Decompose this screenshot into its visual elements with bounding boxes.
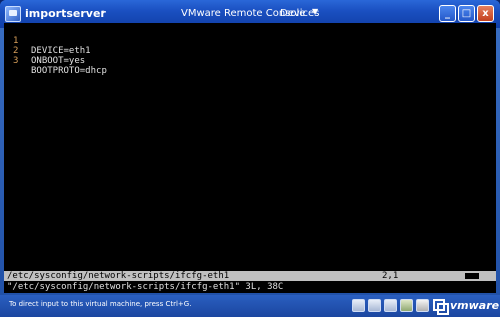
editor-status-line: /etc/sysconfig/network-scripts/ifcfg-eth… [4, 271, 496, 281]
floppy-icon[interactable] [384, 299, 397, 312]
vmware-logo-text: vmware [450, 299, 500, 312]
editor-line: 3 BOOTPROTO=dhcp [4, 46, 107, 76]
vm-menu-arrow-icon[interactable]: - [101, 6, 105, 17]
vm-console-icon [5, 6, 21, 22]
line-text: ONBOOT=yes [31, 56, 86, 66]
console-status-bar: To direct input to this virtual machine,… [0, 295, 500, 317]
vmware-logo-icon [433, 299, 449, 315]
maximize-button[interactable]: □ [458, 5, 475, 22]
cdrom-icon[interactable] [368, 299, 381, 312]
command-line: "/etc/sysconfig/network-scripts/ifcfg-et… [7, 282, 284, 292]
devices-dropdown-icon[interactable]: ▼ [312, 7, 318, 16]
minimize-button[interactable]: _ [439, 5, 456, 22]
close-button[interactable]: x [477, 5, 494, 22]
usb-icon[interactable] [416, 299, 429, 312]
line-number: 3 [13, 56, 19, 66]
line-text: DEVICE=eth1 [31, 46, 91, 56]
vm-name-menu[interactable]: importserver [25, 7, 106, 20]
cursor-position: 2,1 [382, 271, 399, 281]
vmware-logo: vmware [433, 299, 500, 315]
line-text: BOOTPROTO=dhcp [31, 66, 107, 76]
hard-disk-icon[interactable] [352, 299, 365, 312]
network-icon[interactable] [400, 299, 413, 312]
input-hint: To direct input to this virtual machine,… [9, 300, 192, 308]
editor-line: 2 ONBOOT=yes [4, 36, 85, 66]
console-terminal[interactable]: 1 DEVICE=eth1 2 ONBOOT=yes 3 BOOTPROTO=d… [4, 23, 496, 293]
vmware-console-window: importserver - VMware Remote Console Dev… [0, 0, 500, 317]
status-file-path: /etc/sysconfig/network-scripts/ifcfg-eth… [7, 271, 230, 281]
editor-line: 1 DEVICE=eth1 [4, 26, 91, 56]
scroll-indicator [465, 273, 479, 279]
